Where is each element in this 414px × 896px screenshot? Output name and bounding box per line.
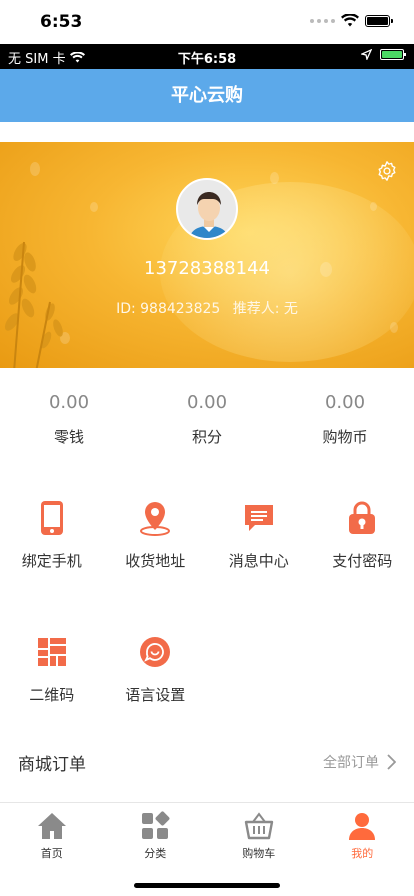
wifi-icon [341,14,359,27]
referrer: 推荐人: 无 [232,301,298,317]
battery-icon [380,49,406,60]
chevron-right-icon [387,754,396,770]
user-id: ID: 988423825 [116,301,221,317]
stat-change[interactable]: 0.00 零钱 [0,392,138,447]
stat-label: 零钱 [53,428,84,446]
os-time: 6:53 [40,12,83,32]
tab-bar: 首页 分类 购物车 我的 [0,802,414,864]
stat-value: 0.00 [186,392,228,413]
menu-bind-phone[interactable]: 绑定手机 [0,498,104,571]
orders-title: 商城订单 [18,754,86,775]
profile-header: 13728388144 ID: 988423825 推荐人: 无 [0,142,414,368]
home-indicator[interactable] [134,883,280,888]
tab-category[interactable]: 分类 [104,803,208,864]
tab-mine[interactable]: 我的 [311,803,414,864]
message-icon [244,505,273,531]
qr-code-icon [37,638,66,666]
menu-qr-code[interactable]: 二维码 [0,632,104,705]
cart-icon [244,812,273,840]
phone-icon [40,501,63,535]
stat-label: 购物币 [322,428,368,446]
balance-stats: 0.00 零钱 0.00 积分 0.00 购物币 [0,392,414,447]
category-icon [142,811,170,839]
home-icon [37,813,66,839]
user-icon [349,813,376,840]
tab-home[interactable]: 首页 [0,803,104,864]
menu-language-settings[interactable]: 语言设置 [104,632,208,705]
stat-shopping-coins[interactable]: 0.00 购物币 [276,392,414,447]
stat-value: 0.00 [48,392,90,413]
language-icon [140,637,171,667]
mall-orders-row[interactable]: 商城订单 全部订单 [0,740,414,784]
location-arrow-icon [361,49,372,60]
stat-value: 0.00 [324,392,366,413]
signal-dots-icon [310,18,335,23]
menu-grid-row: 二维码 语言设置 [0,632,414,705]
user-phone: 13728388144 [144,258,270,279]
settings-gear-icon[interactable] [376,160,398,182]
os-status-bar: 6:53 [0,0,414,44]
app-status-bar: 无 SIM 卡 下午6:58 [0,44,414,69]
menu-payment-password[interactable]: 支付密码 [311,498,414,571]
tab-cart[interactable]: 购物车 [207,803,311,864]
lock-icon [349,501,376,534]
all-orders-link[interactable]: 全部订单 [323,752,396,772]
menu-grid-row: 绑定手机 收货地址 消息中心 支付密码 [0,498,414,571]
menu-shipping-address[interactable]: 收货地址 [104,498,208,571]
battery-icon [365,14,393,27]
stat-points[interactable]: 0.00 积分 [138,392,276,447]
stat-label: 积分 [191,428,222,446]
app-status-time: 下午6:58 [177,52,237,67]
avatar[interactable] [176,178,238,240]
menu-message-center[interactable]: 消息中心 [207,498,311,571]
location-pin-icon [140,502,171,536]
page-title: 平心云购 [0,69,414,122]
